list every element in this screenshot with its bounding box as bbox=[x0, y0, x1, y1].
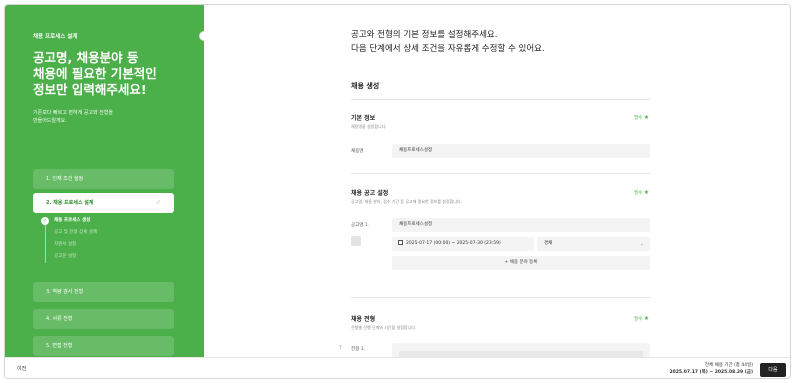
step-label: 3. 역량 검사 전형 bbox=[46, 289, 84, 295]
check-icon: ✓ bbox=[155, 199, 161, 206]
period-value: 2025.07.17 (목) ~ 2025.08.29 (금) bbox=[669, 370, 753, 375]
basic-info-desc: 채용명을 설정합니다. bbox=[351, 124, 387, 129]
required-label: 필수 bbox=[634, 116, 643, 121]
sidebar-headline: 공고명, 채용분야 등 채용에 필요한 기본적인 정보만 입력해주세요! bbox=[33, 50, 157, 97]
help-icon[interactable]: ? bbox=[339, 345, 342, 351]
sidebar-subtext: 기존보다 빠르고 편하게 공고와 전형을 만들어드릴게요. bbox=[33, 110, 113, 124]
phase-desc: 전형별 진행 단계와 기간을 설정합니다. bbox=[351, 325, 417, 330]
substep-label: 지원서 설정 bbox=[54, 242, 77, 247]
intro-text: 공고와 전형의 기본 정보를 설정해주세요. 다음 단계에서 상세 조건을 자유… bbox=[351, 30, 545, 54]
star-icon: ★ bbox=[643, 315, 650, 322]
substep-list: ✓ 채용 프로세스 생성 공고 및 전형 상세 설계 지원서 설정 공고문 설정 bbox=[41, 215, 97, 263]
required-badge: 필수 ★ bbox=[634, 114, 649, 121]
phase-row-label: 전형 1. bbox=[351, 347, 366, 352]
required-label: 필수 bbox=[634, 191, 643, 196]
step-5-interview[interactable]: 5. 면접 전형 bbox=[33, 336, 174, 356]
divider bbox=[351, 297, 651, 298]
required-badge: 필수 ★ bbox=[634, 315, 649, 322]
step-1-talent-conditions[interactable]: 1. 인재 조건 설정 bbox=[33, 169, 174, 189]
star-icon: ★ bbox=[643, 114, 650, 121]
step-label: 4. 서류 전형 bbox=[46, 316, 73, 322]
app-window: 채용 프로세스 설계 공고명, 채용분야 등 채용에 필요한 기본적인 정보만 … bbox=[4, 4, 791, 379]
posting-row-label: 공고명 1. bbox=[351, 223, 370, 228]
section-title: 채용 생성 bbox=[351, 82, 380, 90]
substep-detail-design[interactable]: 공고 및 전형 상세 설계 bbox=[41, 227, 97, 239]
substep-process-create[interactable]: ✓ 채용 프로세스 생성 bbox=[41, 215, 97, 227]
chevron-down-icon: ⌄ bbox=[639, 241, 644, 247]
posting-title-input[interactable]: 채용프로세스설정 bbox=[392, 218, 650, 232]
application-period-field[interactable]: 2025-07-17 (00:00) ~ 2025-07-30 (23:59) bbox=[392, 237, 534, 251]
hiring-type-select[interactable]: 경채 ⌄ bbox=[537, 237, 650, 251]
calendar-icon bbox=[398, 240, 403, 245]
step-3-competency-test[interactable]: 3. 역량 검사 전형 bbox=[33, 282, 174, 302]
check-circle-icon: ✓ bbox=[41, 217, 49, 225]
star-icon: ★ bbox=[643, 189, 650, 196]
substep-label: 공고문 설정 bbox=[54, 254, 77, 259]
step-label: 5. 면접 전형 bbox=[46, 343, 73, 349]
step-4-document-screening[interactable]: 4. 서류 전형 bbox=[33, 309, 174, 329]
divider bbox=[351, 99, 651, 100]
posting-name-label: 채용명 bbox=[351, 149, 364, 154]
main-content: 공고와 전형의 기본 정보를 설정해주세요. 다음 단계에서 상세 조건을 자유… bbox=[204, 5, 790, 357]
date-range-value: 2025-07-17 (00:00) ~ 2025-07-30 (23:59) bbox=[406, 241, 501, 246]
period-title: 전체 채용 기간 (총 44일) bbox=[704, 363, 753, 368]
basic-info-title: 기본 정보 bbox=[351, 115, 376, 122]
add-field-button[interactable]: + 채용 분야 등록 bbox=[392, 256, 650, 270]
row-select-checkbox[interactable] bbox=[351, 236, 361, 246]
substep-label: 공고 및 전형 상세 설계 bbox=[54, 230, 97, 235]
posting-settings-desc: 공고명, 채용 분야, 접수 기간 등 공고에 필요한 정보를 설정합니다. bbox=[351, 199, 462, 204]
next-button[interactable]: 다음 bbox=[760, 363, 786, 377]
divider bbox=[351, 173, 651, 174]
sidebar: 채용 프로세스 설계 공고명, 채용분야 등 채용에 필요한 기본적인 정보만 … bbox=[5, 5, 204, 357]
footer-bar: 이전 전체 채용 기간 (총 44일) 2025.07.17 (목) ~ 202… bbox=[5, 357, 790, 378]
sidebar-eyebrow: 채용 프로세스 설계 bbox=[33, 34, 78, 40]
phase-row-field[interactable] bbox=[392, 343, 650, 357]
substep-posting-text[interactable]: 공고문 설정 bbox=[41, 251, 97, 263]
phase-title: 채용 전형 bbox=[351, 316, 376, 323]
step-2-process-design[interactable]: 2. 채용 프로세스 설계 ✓ bbox=[33, 193, 174, 213]
prev-button[interactable]: 이전 bbox=[17, 365, 26, 372]
required-label: 필수 bbox=[634, 317, 643, 322]
required-badge: 필수 ★ bbox=[634, 189, 649, 196]
posting-name-input[interactable]: 채용프로세스설정 bbox=[392, 144, 650, 158]
posting-settings-title: 채용 공고 설정 bbox=[351, 190, 389, 197]
select-value: 경채 bbox=[544, 241, 553, 246]
substep-label: 채용 프로세스 생성 bbox=[54, 218, 91, 223]
step-label: 2. 채용 프로세스 설계 bbox=[46, 200, 94, 206]
step-label: 1. 인재 조건 설정 bbox=[46, 176, 84, 182]
substep-application-form[interactable]: 지원서 설정 bbox=[41, 239, 97, 251]
hiring-period-summary: 전체 채용 기간 (총 44일) 2025.07.17 (목) ~ 2025.0… bbox=[635, 362, 753, 376]
